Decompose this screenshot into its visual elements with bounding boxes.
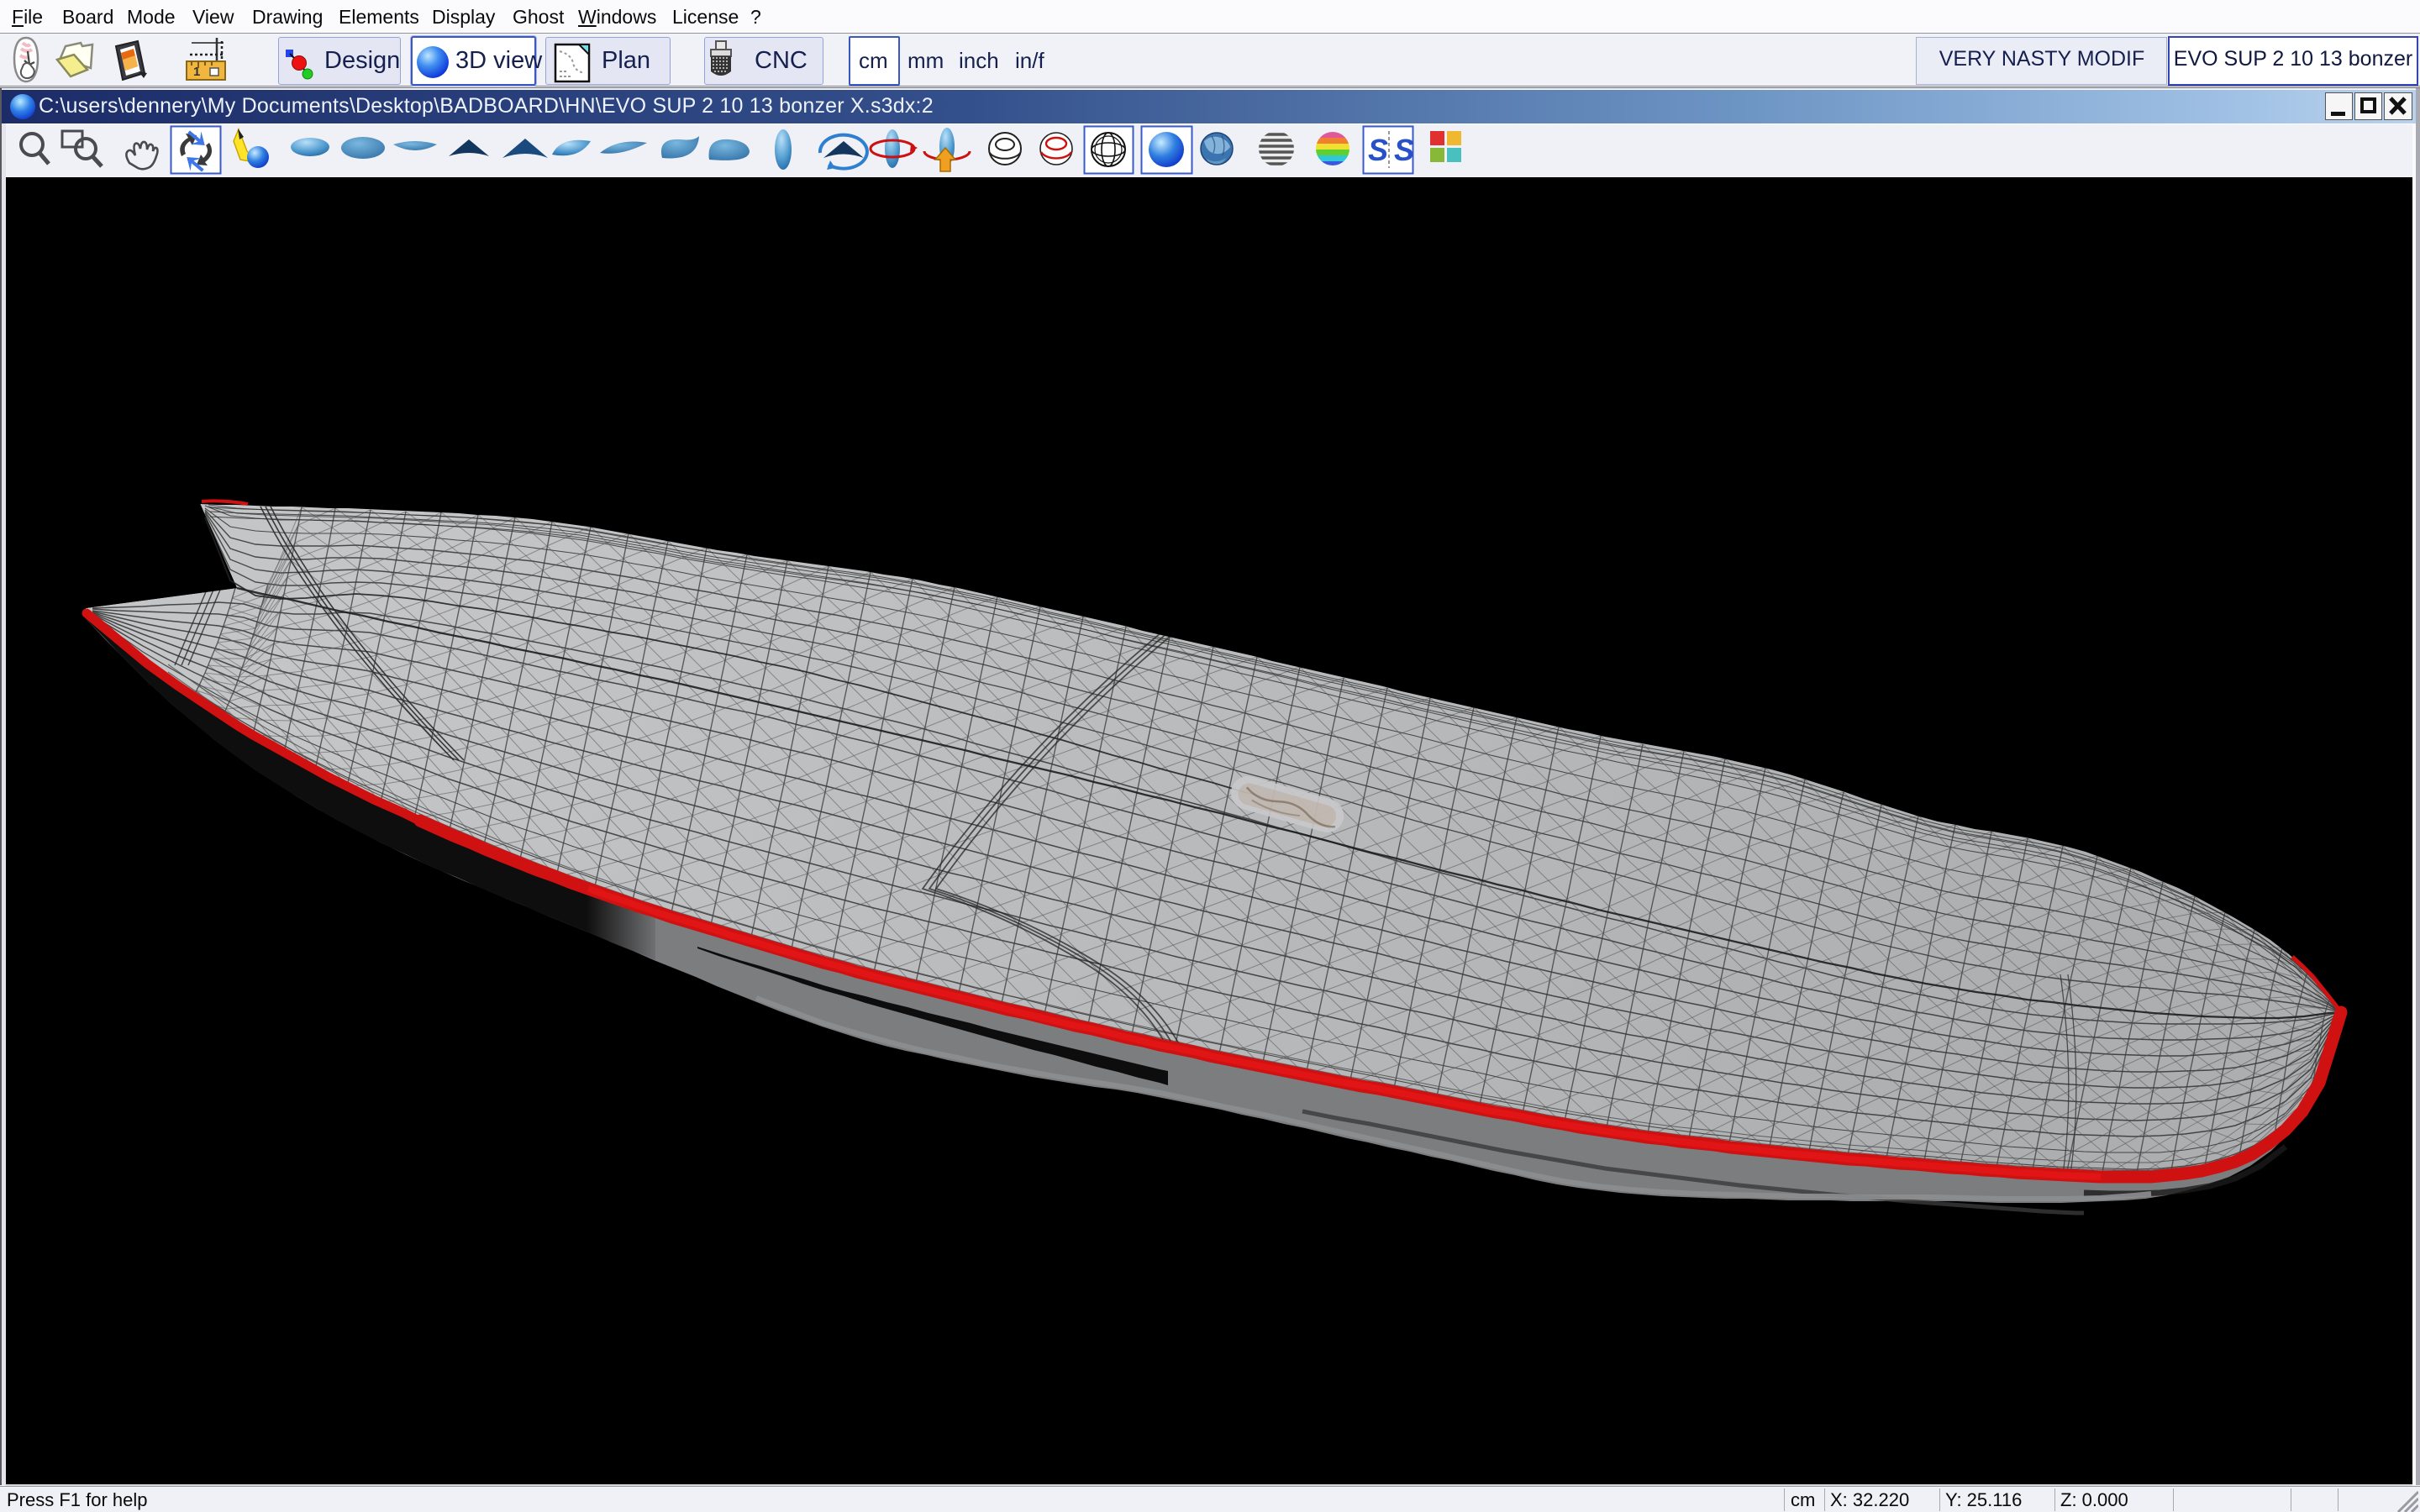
svg-text:1: 1 <box>193 65 200 79</box>
svg-text:S: S <box>1394 133 1414 167</box>
svg-text:S: S <box>1368 133 1388 167</box>
